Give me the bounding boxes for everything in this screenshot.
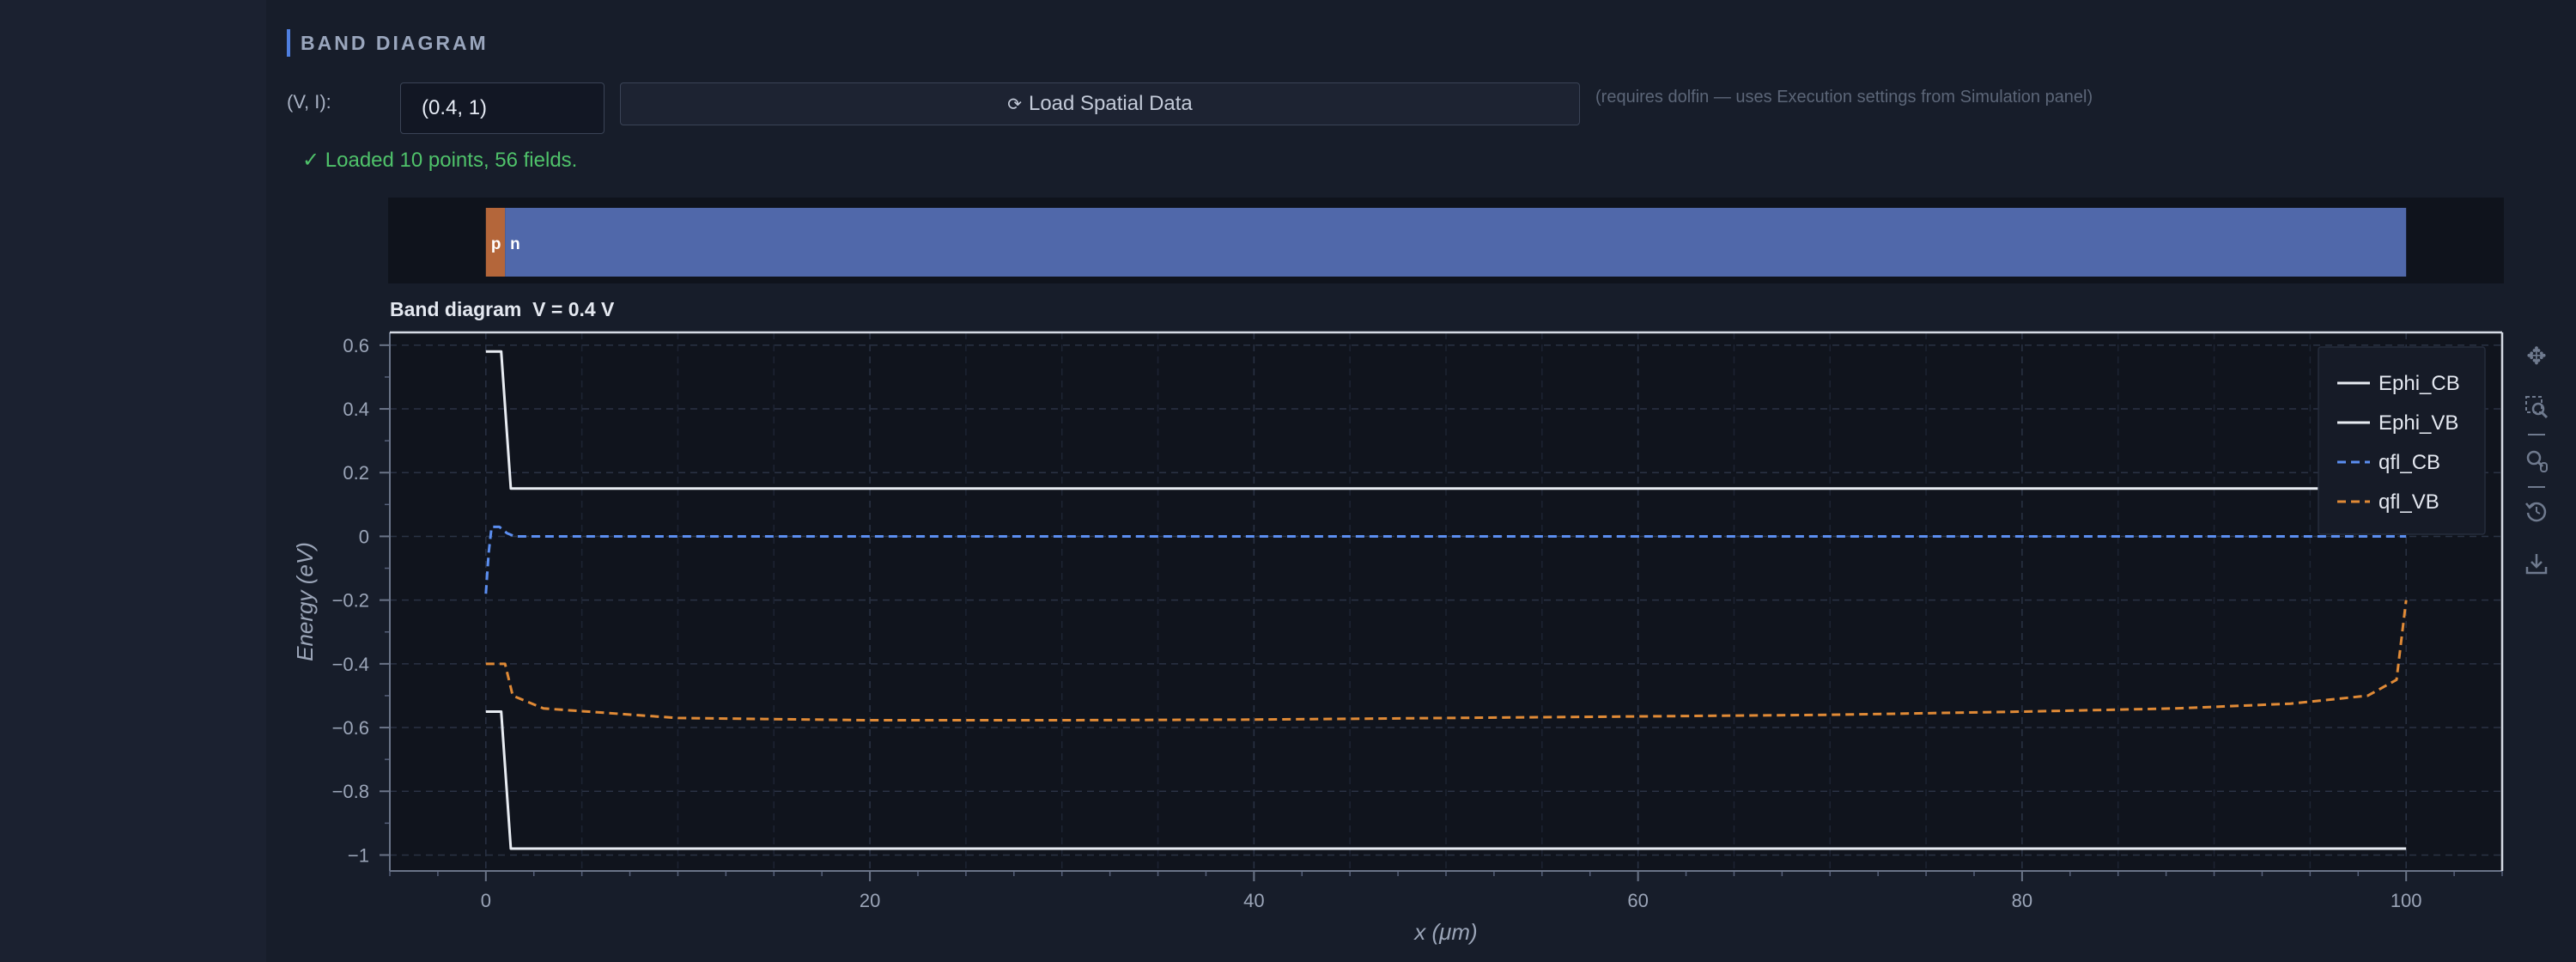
x-tick-label: 0 <box>481 890 491 911</box>
y-tick-label: 0.6 <box>343 335 369 356</box>
y-tick-label: −0.8 <box>332 781 369 802</box>
x-tick-label: 100 <box>2391 890 2422 911</box>
legend-label: Ephi_VB <box>2379 411 2458 435</box>
legend-label: Ephi_CB <box>2379 372 2460 395</box>
x-tick-label: 80 <box>2012 890 2032 911</box>
reset-icon[interactable] <box>2521 496 2552 527</box>
y-tick-label: −0.2 <box>332 590 369 612</box>
y-tick-label: 0.4 <box>343 399 369 420</box>
chart-title: Band diagram V = 0.4 V <box>390 298 615 320</box>
x-tick-label: 20 <box>860 890 880 911</box>
toolbar-separator <box>2528 486 2545 488</box>
box-zoom-icon[interactable] <box>2521 392 2552 423</box>
y-tick-label: −0.4 <box>332 654 369 675</box>
y-axis-label: Energy (eV) <box>292 542 318 661</box>
toolbar-separator <box>2528 434 2545 435</box>
x-axis-label: x (μm) <box>1413 919 1477 945</box>
pan-icon[interactable]: ✥ <box>2521 340 2552 371</box>
legend-label: qfl_VB <box>2379 490 2439 514</box>
y-tick-label: −0.6 <box>332 717 369 739</box>
band-diagram-chart[interactable]: 0 20 40 60 80 100 0.6 0.4 0.2 0 −0.2 −0.4 −0.6 −0.8 −1… <box>0 0 2576 962</box>
x-tick-label: 40 <box>1243 890 1264 911</box>
y-tick-label: 0 <box>359 526 369 547</box>
save-icon[interactable] <box>2521 548 2552 579</box>
wheel-zoom-icon[interactable] <box>2521 445 2552 476</box>
y-tick-label: −1 <box>348 844 369 866</box>
legend-label: qfl_CB <box>2379 451 2440 474</box>
x-tick-label: 60 <box>1627 890 1648 911</box>
legend: Ephi_CB Ephi_VB qfl_CB qfl_VB <box>2318 346 2486 535</box>
y-tick-label: 0.2 <box>343 462 369 484</box>
